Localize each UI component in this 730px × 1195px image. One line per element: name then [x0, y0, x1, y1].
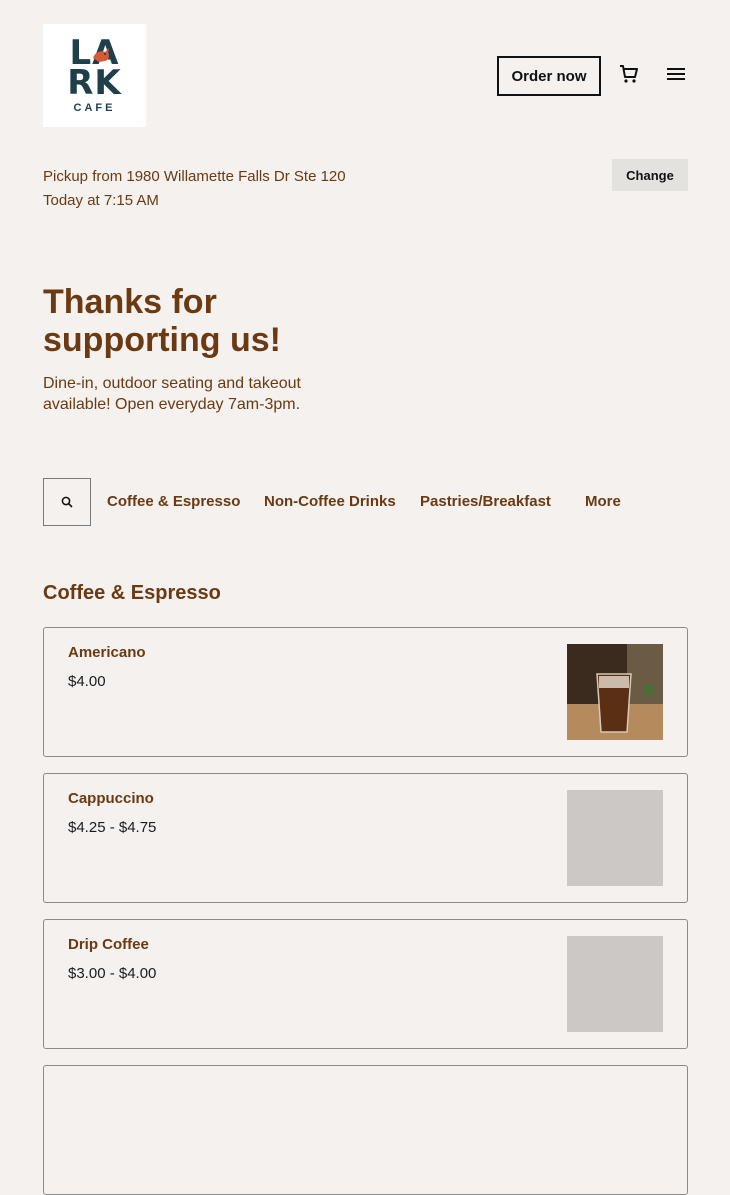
iced-coffee-image [567, 644, 663, 740]
hero-title-line1: Thanks for [43, 283, 217, 321]
change-pickup-button[interactable]: Change [612, 159, 688, 191]
menu-search-button[interactable] [43, 478, 91, 526]
tab-more[interactable]: More [585, 493, 621, 510]
cardinal-bird-icon [93, 48, 109, 62]
menu-item-card[interactable]: Cappuccino $4.25 - $4.75 [43, 773, 688, 903]
hero-title-line2: supporting us! [43, 321, 281, 359]
menu-item-name: Americano [68, 644, 146, 661]
menu-item-card-partial[interactable] [43, 1065, 688, 1195]
hero-subtitle-line2: available! Open everyday 7am-3pm. [43, 396, 301, 413]
menu-item-card[interactable]: Drip Coffee $3.00 - $4.00 [43, 919, 688, 1049]
pickup-info: Pickup from 1980 Willamette Falls Dr Ste… [43, 165, 346, 213]
menu-item-price: $3.00 - $4.00 [68, 965, 157, 982]
pickup-location: Pickup from 1980 Willamette Falls Dr Ste… [43, 168, 346, 185]
hamburger-menu-icon[interactable] [666, 66, 686, 82]
image-placeholder [567, 790, 663, 886]
menu-item-price: $4.25 - $4.75 [68, 819, 157, 836]
logo-subtitle: CAFE [73, 101, 116, 114]
tab-coffee-espresso[interactable]: Coffee & Espresso [107, 493, 240, 510]
pickup-time: Today at 7:15 AM [43, 192, 159, 209]
menu-item-name: Drip Coffee [68, 936, 149, 953]
logo-wordmark-line2: RK [67, 62, 122, 103]
tab-non-coffee-drinks[interactable]: Non-Coffee Drinks [264, 493, 396, 510]
image-placeholder [567, 936, 663, 1032]
order-now-button[interactable]: Order now [497, 56, 601, 96]
search-icon [61, 496, 73, 508]
hero-subtitle-line1: Dine-in, outdoor seating and takeout [43, 375, 301, 392]
hero-subtitle: Dine-in, outdoor seating and takeout ava… [43, 373, 343, 415]
tab-pastries-breakfast[interactable]: Pastries/Breakfast [420, 493, 551, 510]
section-title: Coffee & Espresso [43, 582, 221, 604]
menu-item-card[interactable]: Americano $4.00 [43, 627, 688, 757]
hero-title: Thanks for supporting us! [43, 283, 363, 359]
menu-item-price: $4.00 [68, 673, 106, 690]
menu-item-name: Cappuccino [68, 790, 154, 807]
cart-icon[interactable] [618, 63, 640, 85]
americano-photo [567, 644, 663, 740]
lark-cafe-logo[interactable]: LA RK CAFE [43, 24, 146, 127]
